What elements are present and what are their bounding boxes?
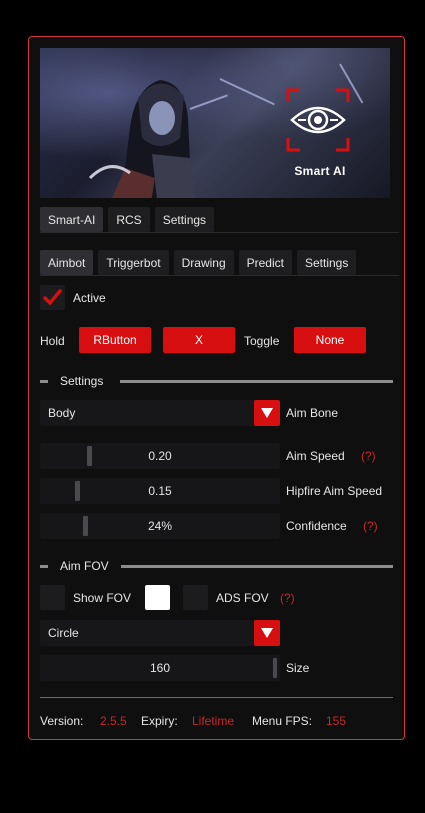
tab-drawing[interactable]: Drawing [173,250,234,275]
version-value: 2.5.5 [100,714,127,728]
tab-aimbot[interactable]: Aimbot [40,250,94,275]
confidence-slider[interactable]: 24% [40,513,280,539]
hold-label: Hold [40,334,65,348]
settings-section-title: Settings [60,374,104,388]
banner-image: Smart AI [40,48,390,198]
tab-aimbot-settings[interactable]: Settings [296,250,357,275]
hold-key-rbutton-button[interactable]: RButton [79,327,151,353]
show-fov-label: Show FOV [73,591,132,605]
ads-fov-help-icon[interactable]: (?) [280,591,295,605]
tab-settings[interactable]: Settings [154,207,215,232]
tab-smart-ai[interactable]: Smart-AI [40,207,104,232]
main-tabs: Smart-AI RCS Settings [40,207,215,232]
section-marker [40,565,48,568]
aim-speed-label: Aim Speed [286,449,345,463]
aim-bone-label: Aim Bone [286,406,339,420]
fov-shape-select[interactable]: Circle [40,620,280,646]
toggle-label: Toggle [244,334,280,348]
toggle-key-button[interactable]: None [294,327,366,353]
hipfire-speed-label: Hipfire Aim Speed [286,484,383,498]
show-fov-checkbox[interactable] [40,585,65,610]
lightning-decoration [219,78,275,106]
eye-target-logo-icon [286,88,350,152]
footer-divider [40,697,393,698]
character-artwork [88,80,195,198]
dropdown-arrow-icon[interactable] [254,400,280,426]
confidence-label: Confidence [286,519,347,533]
tab-rcs[interactable]: RCS [108,207,150,232]
fov-color-picker[interactable] [145,585,170,610]
smart-ai-window: Smart AI Smart-AI RCS Settings Aimbot Tr… [28,36,405,740]
tab-predict[interactable]: Predict [238,250,292,275]
hipfire-aim-speed-slider[interactable]: 0.15 [40,478,280,504]
active-label: Active [73,291,106,305]
fov-shape-value: Circle [48,626,79,640]
dropdown-arrow-icon[interactable] [254,620,280,646]
section-line [121,565,393,568]
aim-speed-help-icon[interactable]: (?) [361,449,376,463]
expiry-value: Lifetime [192,714,235,728]
tabs-divider [40,232,399,233]
hold-key-x-button[interactable]: X [163,327,235,353]
active-checkbox[interactable] [40,285,65,310]
aim-speed-slider[interactable]: 0.20 [40,443,280,469]
subtabs-divider [40,275,399,276]
confidence-value: 24% [147,519,173,533]
ads-fov-checkbox[interactable] [183,585,208,610]
version-label: Version: [40,714,84,728]
aim-bone-value: Body [48,406,76,420]
confidence-help-icon[interactable]: (?) [363,519,378,533]
aim-speed-value: 0.20 [148,449,172,463]
menu-fps-value: 155 [326,714,347,728]
section-line [120,380,393,383]
expiry-label: Expiry: [141,714,178,728]
sub-tabs: Aimbot Triggerbot Drawing Predict Settin… [40,250,357,275]
fov-size-value: 160 [149,661,171,675]
fov-size-label: Size [286,661,310,675]
fov-size-slider[interactable]: 160 [40,655,280,681]
banner-title: Smart AI [294,164,346,178]
section-marker [40,380,48,383]
checkmark-icon [43,289,62,305]
aim-fov-section-title: Aim FOV [60,559,109,573]
hipfire-speed-value: 0.15 [148,484,172,498]
aim-bone-select[interactable]: Body [40,400,280,426]
tab-triggerbot[interactable]: Triggerbot [98,250,169,275]
ads-fov-label: ADS FOV [216,591,269,605]
menu-fps-label: Menu FPS: [252,714,313,728]
